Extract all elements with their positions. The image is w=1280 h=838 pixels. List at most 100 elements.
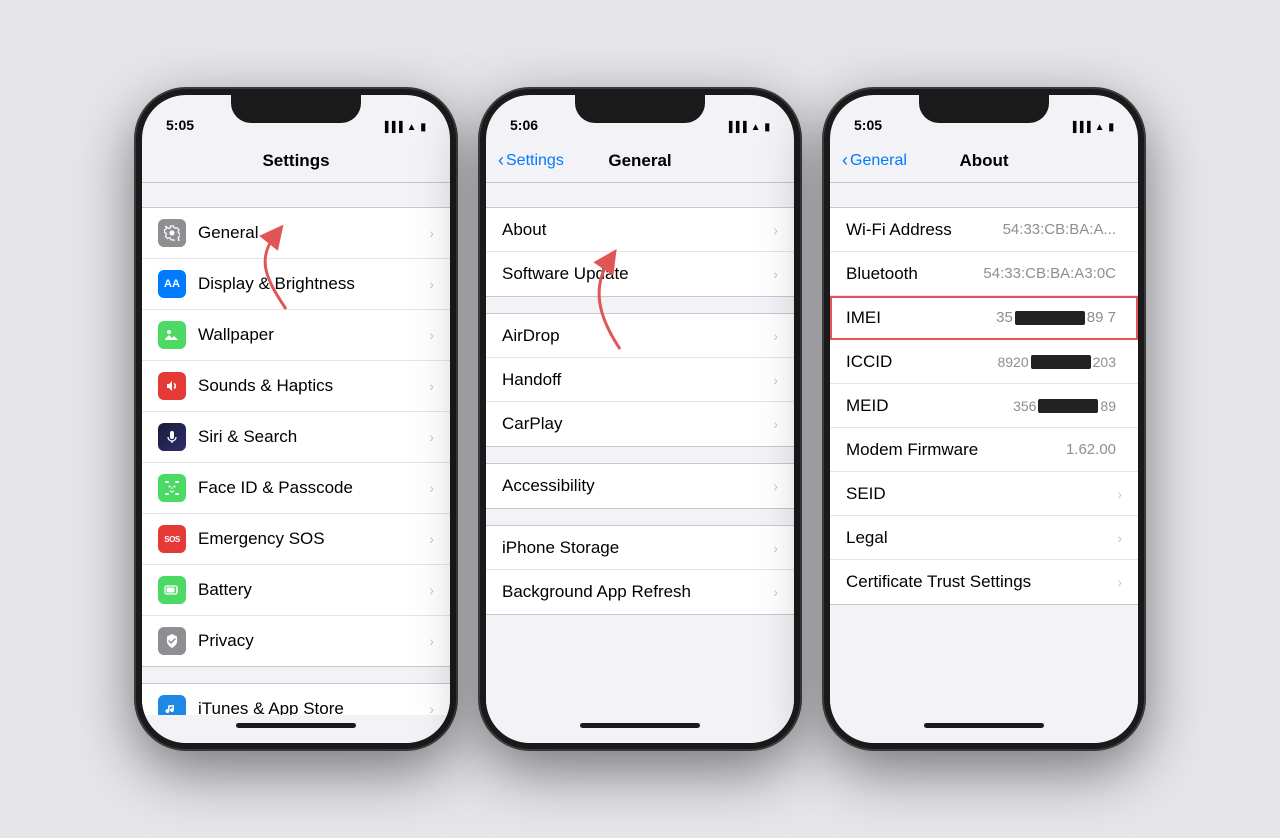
row-accessibility[interactable]: Accessibility › [486, 464, 794, 508]
back-label-2: Settings [506, 152, 564, 170]
screen2-content[interactable]: About › Software Update › AirDrop › [486, 183, 794, 715]
phone2-container: 5:06 ▐▐▐ ▲ ▮ ‹ Settings General [480, 89, 800, 749]
row-sos[interactable]: SOS Emergency SOS › [142, 514, 450, 565]
iccid-redacted [1031, 355, 1091, 369]
notch3 [919, 95, 1049, 123]
row-wallpaper[interactable]: Wallpaper › [142, 310, 450, 361]
software-update-label: Software Update [502, 264, 769, 284]
itunes-label: iTunes & App Store [198, 699, 425, 715]
row-carplay[interactable]: CarPlay › [486, 402, 794, 446]
row-itunes[interactable]: iTunes & App Store › [142, 684, 450, 715]
cert-trust-label: Certificate Trust Settings [846, 572, 1113, 592]
general-label: General [198, 223, 425, 243]
nav-back-2[interactable]: ‹ Settings [498, 150, 564, 171]
section2-1: About › Software Update › [486, 207, 794, 297]
home-bar-1 [236, 723, 356, 728]
signal-icon-2: ▐▐▐ [725, 122, 746, 133]
nav-bar-3: ‹ General About [830, 139, 1138, 183]
phone1-container: 5:05 ▐▐▐ ▲ ▮ Settings [136, 89, 456, 749]
row-legal[interactable]: Legal › [830, 516, 1138, 560]
section-group-itunes: iTunes & App Store › [142, 683, 450, 715]
iccid-label: ICCID [846, 352, 997, 372]
row-general[interactable]: General › [142, 208, 450, 259]
meid-suffix: 89 [1100, 398, 1116, 414]
row-privacy[interactable]: Privacy › [142, 616, 450, 666]
notch1 [231, 95, 361, 123]
about-chevron: › [773, 222, 778, 238]
row-bg-refresh[interactable]: Background App Refresh › [486, 570, 794, 614]
row-meid: MEID 356 89 [830, 384, 1138, 428]
section3-group1: Wi-Fi Address 54:33:CB:BA:A... Bluetooth… [830, 207, 1138, 605]
section2-group3: Accessibility › [486, 463, 794, 509]
accessibility-chevron: › [773, 478, 778, 494]
screen3-content[interactable]: Wi-Fi Address 54:33:CB:BA:A... Bluetooth… [830, 183, 1138, 715]
back-label-3: General [850, 152, 907, 170]
row-cert-trust[interactable]: Certificate Trust Settings › [830, 560, 1138, 604]
nav-title-2: General [608, 151, 671, 171]
seid-label: SEID [846, 484, 1113, 504]
section-main: General › AA Display & Brightness › [142, 207, 450, 667]
section-group-1: General › AA Display & Brightness › [142, 207, 450, 667]
section2-4: iPhone Storage › Background App Refresh … [486, 525, 794, 615]
general-chevron: › [429, 225, 434, 241]
wallpaper-chevron: › [429, 327, 434, 343]
siri-label: Siri & Search [198, 427, 425, 447]
display-chevron: › [429, 276, 434, 292]
row-seid[interactable]: SEID › [830, 472, 1138, 516]
sounds-icon [158, 372, 186, 400]
screen1-content[interactable]: General › AA Display & Brightness › [142, 183, 450, 715]
section2-group1: About › Software Update › [486, 207, 794, 297]
battery-label: Battery [198, 580, 425, 600]
notch2 [575, 95, 705, 123]
about-label: About [502, 220, 769, 240]
wallpaper-icon [158, 321, 186, 349]
section2-2: AirDrop › Handoff › CarPlay › [486, 313, 794, 447]
iccid-suffix: 203 [1093, 354, 1116, 370]
wifi-icon-2: ▲ [751, 122, 761, 133]
siri-icon [158, 423, 186, 451]
battery-icon-3: ▮ [1108, 122, 1114, 133]
nav-back-3[interactable]: ‹ General [842, 150, 907, 171]
row-battery[interactable]: Battery › [142, 565, 450, 616]
row-software-update[interactable]: Software Update › [486, 252, 794, 296]
row-sounds[interactable]: Sounds & Haptics › [142, 361, 450, 412]
sos-icon: SOS [158, 525, 186, 553]
section2-group2: AirDrop › Handoff › CarPlay › [486, 313, 794, 447]
row-imei: IMEI 35 89 7 [830, 296, 1138, 340]
faceid-chevron: › [429, 480, 434, 496]
cert-trust-chevron: › [1117, 574, 1122, 590]
legal-chevron: › [1117, 530, 1122, 546]
row-faceid[interactable]: Face ID & Passcode › [142, 463, 450, 514]
siri-chevron: › [429, 429, 434, 445]
iphone3-inner: 5:05 ▐▐▐ ▲ ▮ ‹ General About [830, 95, 1138, 743]
sounds-label: Sounds & Haptics [198, 376, 425, 396]
home-indicator-2 [486, 715, 794, 743]
row-display[interactable]: AA Display & Brightness › [142, 259, 450, 310]
section3-1: Wi-Fi Address 54:33:CB:BA:A... Bluetooth… [830, 207, 1138, 605]
iphone3: 5:05 ▐▐▐ ▲ ▮ ‹ General About [824, 89, 1144, 749]
row-airdrop[interactable]: AirDrop › [486, 314, 794, 358]
airdrop-label: AirDrop [502, 326, 769, 346]
row-about[interactable]: About › [486, 208, 794, 252]
wifi-address-value: 54:33:CB:BA:A... [1003, 221, 1116, 238]
section2-3: Accessibility › [486, 463, 794, 509]
row-iphone-storage[interactable]: iPhone Storage › [486, 526, 794, 570]
phone3-container: 5:05 ▐▐▐ ▲ ▮ ‹ General About [824, 89, 1144, 749]
modem-value: 1.62.00 [1066, 441, 1116, 458]
meid-redacted [1038, 399, 1098, 413]
wifi-icon-3: ▲ [1095, 122, 1105, 133]
row-siri[interactable]: Siri & Search › [142, 412, 450, 463]
sounds-chevron: › [429, 378, 434, 394]
iphone-storage-label: iPhone Storage [502, 538, 769, 558]
iccid-prefix: 8920 [997, 354, 1028, 370]
row-handoff[interactable]: Handoff › [486, 358, 794, 402]
carplay-label: CarPlay [502, 414, 769, 434]
faceid-icon [158, 474, 186, 502]
privacy-icon [158, 627, 186, 655]
imei-label: IMEI [846, 308, 996, 328]
iphone-storage-chevron: › [773, 540, 778, 556]
iphone2: 5:06 ▐▐▐ ▲ ▮ ‹ Settings General [480, 89, 800, 749]
bluetooth-label: Bluetooth [846, 264, 983, 284]
home-bar-2 [580, 723, 700, 728]
carplay-chevron: › [773, 416, 778, 432]
